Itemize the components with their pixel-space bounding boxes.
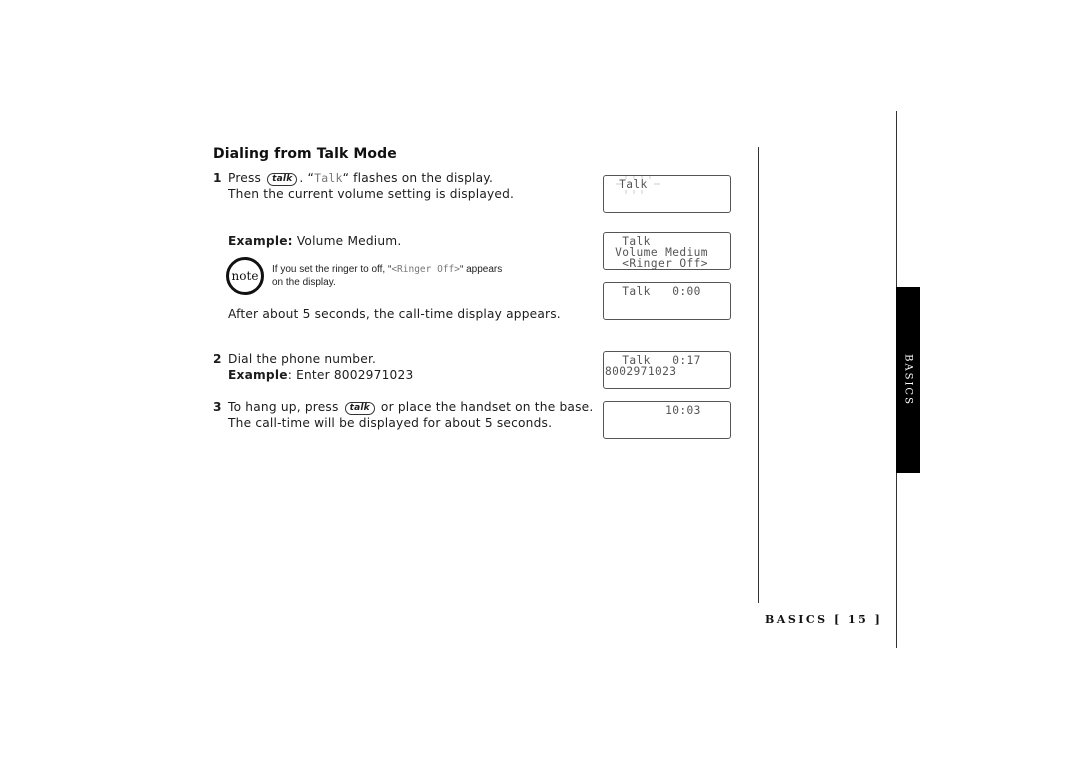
lcd-line: 10:03 (608, 404, 701, 417)
lcd-line: <Ringer Off> (608, 257, 708, 270)
talk-key-icon: talk (267, 173, 298, 186)
lcd-word: Talk (314, 171, 343, 185)
step-text: Dial the phone number. (228, 352, 377, 366)
after-text: After about 5 seconds, the call-time dis… (228, 307, 561, 321)
note-suffix: “ appears (459, 264, 503, 275)
lcd-display-talk-flashing: Talk (603, 175, 731, 213)
step-number: 3 (213, 400, 222, 414)
step-text: “ flashes on the display. (342, 171, 494, 185)
note-text: If you set the ringer to off, “<Ringer O… (272, 263, 502, 289)
flash-rays-icon (616, 176, 660, 194)
column-divider (758, 147, 759, 603)
section-title: Dialing from Talk Mode (213, 146, 397, 162)
step-3-line-2: The call-time will be displayed for abou… (228, 416, 553, 430)
step-text: or place the handset on the base. (380, 400, 594, 414)
note-prefix: If you set the ringer to off, “ (272, 264, 392, 275)
note-icon: note (226, 257, 264, 295)
step-1-line-2: Then the current volume setting is displ… (228, 187, 515, 201)
footer-section: BASICS (765, 613, 828, 626)
example-text: : Enter 8002971023 (287, 368, 414, 382)
step-1: 1 Press talk. “Talk“ flashes on the displ… (213, 171, 493, 186)
step-2: 2 Dial the phone number. (213, 352, 376, 366)
page-number: [ 15 ] (833, 613, 883, 626)
step-number: 2 (213, 352, 222, 366)
step-number: 1 (213, 171, 222, 185)
example-volume: Example: Volume Medium. (228, 234, 401, 248)
lcd-word: <Ringer Off> (391, 264, 460, 275)
example-label: Example: (228, 234, 293, 248)
step-2-example: Example: Enter 8002971023 (213, 368, 413, 382)
note-line-2: on the display. (272, 277, 336, 288)
lcd-display-volume: Talk Volume Medium <Ringer Off> (603, 232, 731, 270)
step-text: Press (228, 171, 262, 185)
step-text: . “ (299, 171, 315, 185)
talk-key-icon: talk (344, 402, 375, 415)
example-label: Example (228, 368, 288, 382)
lcd-line: 8002971023 (605, 365, 677, 378)
lcd-display-end-call: 10:03 (603, 401, 731, 439)
side-tab-label: BASICS (902, 354, 914, 406)
lcd-display-call-time: Talk 0:00 (603, 282, 731, 320)
section-side-tab: BASICS (896, 287, 920, 473)
page-footer: BASICS [ 15 ] (765, 613, 882, 626)
step-text: To hang up, press (228, 400, 339, 414)
lcd-display-dialed: Talk 0:17 8002971023 (603, 351, 731, 389)
example-text: Volume Medium. (296, 234, 402, 248)
lcd-line: Talk 0:00 (608, 285, 701, 298)
step-3: 3 To hang up, press talk or place the han… (213, 400, 593, 415)
